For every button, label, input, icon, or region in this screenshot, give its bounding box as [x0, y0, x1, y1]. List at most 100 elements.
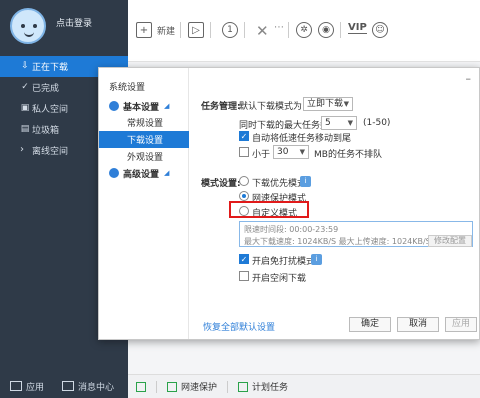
tree-group-label: 高级设置 — [123, 169, 160, 180]
settings-tree: 基本设置 ◢ 常规设置 下载设置 外观设置 高级设置 ◢ — [99, 98, 189, 181]
new-task-button[interactable]: + 新建 — [136, 22, 175, 38]
ok-button[interactable]: 确定 — [349, 317, 391, 332]
start-button[interactable]: ▷ — [188, 22, 204, 38]
custom-mode-details: 限速时间段: 00:00-23:59 最大下载速度: 1024KB/S 最大上传… — [239, 221, 473, 247]
delete-button[interactable]: ✕ — [256, 22, 269, 40]
default-mode-label: 默认下载模式为 — [239, 102, 303, 112]
settings-dialog: 系统设置 基本设置 ◢ 常规设置 下载设置 外观设置 高级设置 ◢ – 任务管理… — [98, 67, 480, 340]
download-icon: ⇩ — [21, 61, 29, 71]
priority-mode-label: 下载优先模式 — [252, 179, 307, 189]
tree-item-download[interactable]: 下载设置 — [99, 131, 189, 148]
priority-mode-radio[interactable] — [239, 176, 249, 186]
messages-button[interactable]: 消息中心 — [62, 380, 114, 393]
no-disturb-label: 开启免打扰模式 — [252, 257, 316, 267]
scheduled-task-status[interactable]: 计划任务 — [252, 380, 288, 393]
gear-icon — [109, 101, 119, 111]
vip-label: VIP — [348, 22, 367, 34]
collapse-triangle-icon: ◢ — [164, 102, 170, 110]
limit-time-text: 限速时间段: 00:00-23:59 — [244, 225, 339, 234]
apps-button[interactable]: 应用 — [10, 380, 44, 393]
settings-button[interactable]: ✲ — [296, 22, 312, 38]
size-threshold-select[interactable]: 30 ▼ — [273, 145, 309, 159]
dialog-title: 系统设置 — [109, 83, 146, 93]
chevron-down-icon: ▼ — [343, 100, 349, 108]
sidebar-item-label: 离线空间 — [32, 147, 69, 157]
avatar[interactable] — [10, 8, 46, 44]
auto-move-checkbox[interactable]: ✓ — [239, 131, 249, 141]
new-label: 新建 — [157, 26, 176, 37]
speed-protect-status[interactable]: 网速保护 — [181, 380, 217, 393]
task-section-label: 任务管理: — [201, 102, 241, 112]
avatar-eye-right — [33, 24, 37, 28]
highlight-box — [229, 201, 309, 218]
pause-button[interactable]: 1 — [222, 22, 238, 38]
max-tasks-label: 同时下载的最大任务数 — [239, 121, 330, 131]
skin-button[interactable]: ◉ — [318, 22, 334, 38]
schedule-icon — [238, 381, 249, 392]
chevron-right-icon: › — [20, 144, 24, 155]
size-threshold-value: 30 — [277, 147, 289, 157]
mascot-button[interactable]: ☺ — [372, 22, 388, 38]
shield-icon — [167, 381, 177, 392]
tree-group-label: 基本设置 — [123, 102, 160, 113]
chevron-down-icon: ▼ — [347, 119, 353, 127]
status-bar: 网速保护 计划任务 — [128, 374, 480, 398]
idle-download-label: 开启空闲下载 — [252, 274, 307, 284]
size-threshold-suffix: MB的任务不排队 — [314, 150, 382, 160]
sidebar-item-label: 私人空间 — [32, 105, 69, 115]
trash-icon: ▤ — [20, 124, 30, 134]
vip-button[interactable]: VIP — [348, 22, 367, 34]
avatar-mouth — [24, 32, 34, 37]
auto-move-label: 自动将低速任务移动到尾 — [252, 134, 352, 144]
chevron-down-icon: ▼ — [299, 148, 305, 156]
cancel-button[interactable]: 取消 — [397, 317, 439, 332]
pause-icon: 1 — [222, 22, 238, 38]
login-link[interactable]: 点击登录 — [56, 16, 92, 29]
info-icon[interactable]: i — [311, 254, 322, 265]
dots-icon: ⋯ — [274, 22, 284, 33]
apply-button[interactable]: 应用 — [445, 317, 477, 332]
more-button[interactable]: ⋯ — [274, 22, 284, 33]
play-icon: ▷ — [188, 22, 204, 38]
gear-icon: ✲ — [296, 22, 312, 38]
collapse-icon[interactable] — [136, 381, 146, 392]
edit-config-button[interactable]: 修改配置 — [428, 235, 472, 247]
less-than-label: 小于 — [252, 150, 271, 160]
new-icon: + — [136, 22, 152, 38]
idle-download-checkbox[interactable] — [239, 271, 249, 281]
messages-label: 消息中心 — [78, 382, 115, 393]
mascot-icon: ☺ — [372, 22, 388, 38]
sidebar-item-label: 已完成 — [32, 84, 60, 94]
toolbar-separator-4 — [288, 22, 289, 38]
restore-defaults-link[interactable]: 恢复全部默认设置 — [203, 320, 275, 333]
max-tasks-select[interactable]: 5 ▼ — [321, 116, 357, 130]
no-disturb-checkbox[interactable]: ✓ — [239, 254, 249, 264]
limit-speed-text: 最大下载速度: 1024KB/S 最大上传速度: 1024KB/S — [244, 237, 431, 246]
lock-icon: ▣ — [20, 103, 30, 113]
apps-label: 应用 — [26, 382, 45, 393]
sidebar-bottom: 应用 消息中心 — [0, 374, 128, 398]
less-than-checkbox[interactable] — [239, 147, 249, 157]
check-circle-icon: ✓ — [21, 82, 29, 92]
toolbar-separator-3 — [244, 22, 245, 38]
max-tasks-value: 5 — [325, 118, 331, 128]
status-separator — [156, 380, 157, 393]
minimize-icon[interactable]: – — [466, 72, 472, 85]
status-separator-2 — [227, 380, 229, 393]
message-icon — [62, 381, 75, 391]
default-mode-select[interactable]: 立即下载 ▼ — [303, 97, 353, 111]
info-icon[interactable]: i — [300, 176, 311, 187]
tree-group-basic[interactable]: 基本设置 ◢ — [99, 98, 189, 114]
tree-item-appearance[interactable]: 外观设置 — [99, 148, 189, 165]
collapse-triangle-icon: ◢ — [164, 169, 170, 177]
delete-icon: ✕ — [256, 22, 269, 40]
theme-icon: ◉ — [318, 22, 334, 38]
protect-mode-radio[interactable] — [239, 191, 249, 201]
sidebar-item-label: 垃圾箱 — [32, 126, 60, 136]
toolbar: + 新建 ▷ 1 ✕ ⋯ ✲ ◉ VIP ☺ — [128, 0, 480, 62]
toolbar-separator — [180, 22, 181, 38]
default-mode-value: 立即下载 — [307, 99, 344, 109]
avatar-eye-left — [21, 24, 25, 28]
tree-group-advanced[interactable]: 高级设置 ◢ — [99, 165, 189, 181]
tree-item-common[interactable]: 常规设置 — [99, 114, 189, 131]
